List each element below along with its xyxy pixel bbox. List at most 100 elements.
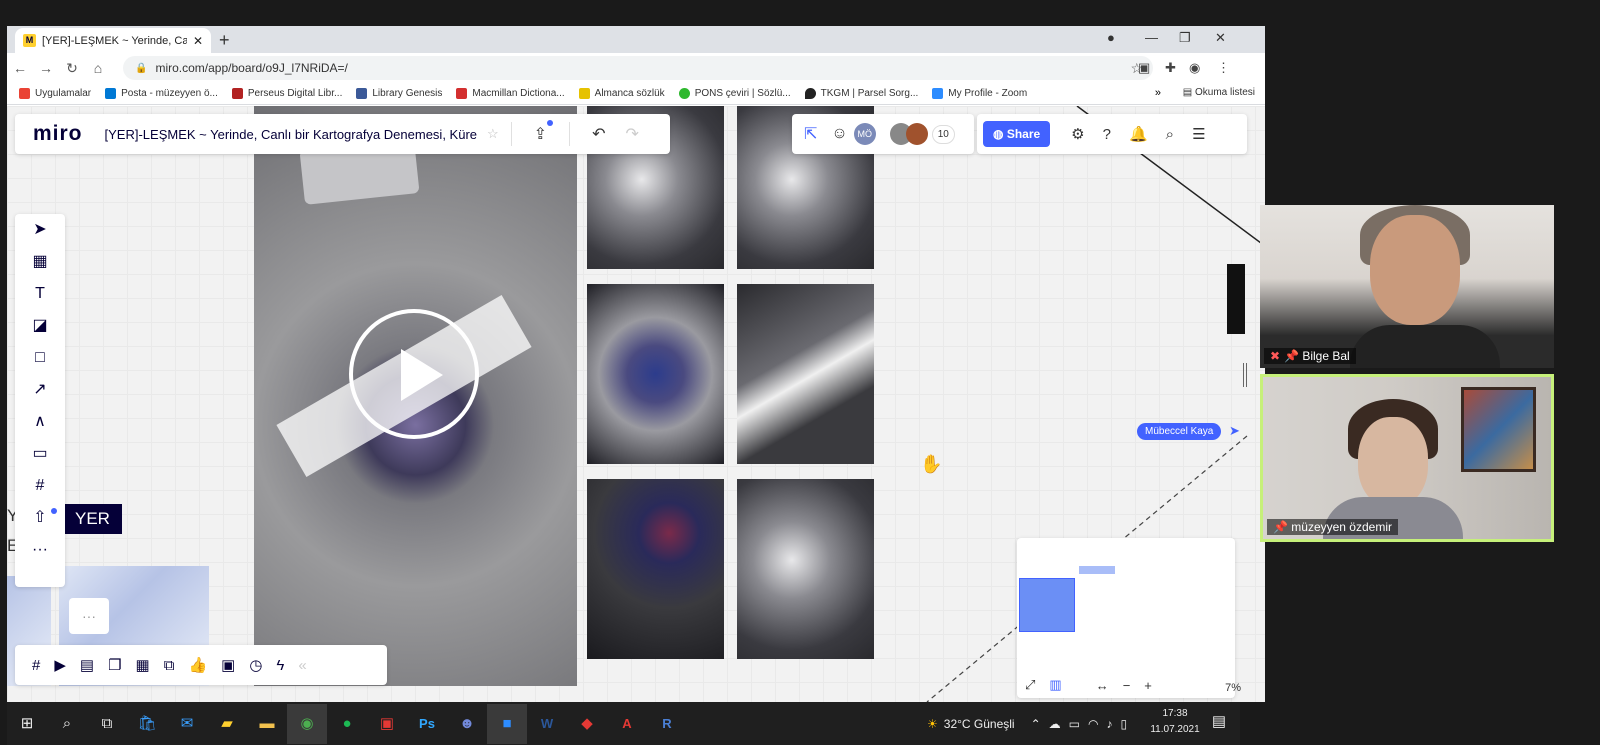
tab-miro-board[interactable]: M [YER]-LEŞMEK ~ Yerinde, Canlı bir ✕ (15, 28, 211, 53)
search-icon[interactable]: ⌕ (1166, 126, 1174, 143)
taskbar-clock[interactable]: 17:38 11.07.2021 (1145, 706, 1205, 738)
tray-chevron-icon[interactable]: ⌃ (1031, 717, 1041, 731)
spotify-icon[interactable]: ● (327, 704, 367, 744)
photo-tile[interactable] (737, 284, 874, 464)
templates-icon[interactable]: ▦ (15, 246, 65, 278)
timer-icon[interactable]: ◷ (249, 656, 262, 674)
screen-share-icon[interactable]: ❐ (108, 656, 121, 674)
chrome-menu-icon[interactable]: ⋮ (1217, 60, 1230, 76)
notifications-icon[interactable]: ▤ (1199, 702, 1239, 742)
panel-resize-handle[interactable] (1243, 363, 1247, 387)
map-icon[interactable]: ▥ (1049, 677, 1061, 693)
help-icon[interactable]: ? (1103, 126, 1111, 143)
miro-logo[interactable]: miro (33, 122, 83, 146)
photo-tile[interactable] (587, 479, 724, 659)
collapse-icon[interactable]: « (298, 657, 306, 674)
fit-screen-icon[interactable]: ⤢ (1025, 677, 1035, 693)
video-tile[interactable]: ✖ 📌 Bilge Bal (1260, 205, 1554, 368)
extension-icon[interactable]: ▣ (1138, 60, 1150, 76)
cards-icon[interactable]: ▦ (136, 656, 150, 674)
bookmark-item[interactable]: PONS çeviri | Sözlü... (678, 88, 791, 99)
mail-icon[interactable]: ✉ (167, 704, 207, 744)
profile-dropdown-icon[interactable]: ● (1107, 30, 1115, 45)
app-r-icon[interactable]: R (647, 704, 687, 744)
file-explorer-icon[interactable]: ▬ (247, 704, 287, 744)
add-reaction-icon[interactable]: ☺ (831, 125, 847, 143)
chrome-icon[interactable]: ◉ (287, 703, 327, 744)
frame-label[interactable]: YER (63, 504, 122, 534)
home-icon[interactable]: ⌂ (85, 60, 111, 76)
task-view-icon[interactable]: ⧉ (87, 704, 127, 744)
presentation-icon[interactable]: ▶ (54, 656, 66, 674)
notes-panel-icon[interactable]: ☰ (1192, 125, 1205, 143)
close-window-button[interactable]: ✕ (1215, 30, 1226, 46)
board-title[interactable]: [YER]-LEŞMEK ~ Yerinde, Canlı bir Kartog… (105, 127, 478, 142)
volume-icon[interactable]: ♪ (1107, 717, 1113, 731)
fit-width-icon[interactable]: ↔ (1096, 678, 1109, 693)
back-icon[interactable]: ← (7, 60, 33, 76)
forward-icon[interactable]: → (33, 60, 59, 76)
undo-icon[interactable]: ↶ (592, 124, 605, 144)
apps-lightning-icon[interactable]: ϟ (276, 657, 284, 674)
word-icon[interactable]: W (527, 704, 567, 744)
select-tool-icon[interactable]: ➤ (15, 214, 65, 246)
bookmarks-more-button[interactable]: » (1155, 87, 1161, 99)
extensions-puzzle-icon[interactable]: ✚ (1165, 60, 1176, 76)
restore-button[interactable]: ❐ (1179, 30, 1191, 46)
voting-icon[interactable]: 👍 (188, 656, 207, 674)
upload-icon[interactable]: ⇧ (15, 502, 65, 534)
video-chat-icon[interactable]: ▣ (221, 656, 235, 674)
minimap-viewport[interactable] (1019, 578, 1075, 632)
windows-start-icon[interactable]: ⊞ (7, 704, 47, 744)
settings-sliders-icon[interactable]: ⚙ (1071, 125, 1084, 143)
bookmark-item[interactable]: Almanca sözlük (578, 88, 665, 99)
weather-text[interactable]: 32°C Güneşli (944, 717, 1015, 731)
pen-tool-icon[interactable]: ∧ (15, 406, 65, 438)
frames-icon[interactable]: # (32, 657, 40, 674)
tab-close-icon[interactable]: ✕ (193, 34, 203, 48)
battery-icon[interactable]: ▭ (1069, 717, 1080, 731)
bookmark-item[interactable]: My Profile - Zoom (932, 88, 1027, 99)
avatar[interactable] (905, 123, 928, 145)
zoom-out-button[interactable]: − (1123, 678, 1131, 693)
miro-board-canvas[interactable]: ··· Y E YER Mübeccel Kaya ➤ ✋ miro [YER]… (7, 106, 1265, 702)
collaborator-count[interactable]: 10 (931, 124, 955, 144)
photo-tile[interactable] (587, 284, 724, 464)
bookmark-item[interactable]: Library Genesis (356, 88, 442, 99)
reload-icon[interactable]: ↻ (59, 60, 85, 77)
bookmark-item[interactable]: Macmillan Dictiona... (456, 88, 565, 99)
discord-icon[interactable]: ☻ (447, 704, 487, 744)
photoshop-icon[interactable]: Ps (407, 704, 447, 744)
bookmark-item[interactable]: Posta - müzeyyen ö... (105, 88, 218, 99)
language-icon[interactable]: ▯ (1121, 717, 1128, 731)
star-icon[interactable]: ☆ (487, 126, 499, 142)
acrobat-icon[interactable]: A (607, 704, 647, 744)
photo-tile[interactable] (737, 479, 874, 659)
offscreen-card[interactable] (1227, 264, 1245, 334)
new-tab-button[interactable]: + (219, 30, 230, 51)
sticky-notes-icon[interactable]: ▰ (207, 704, 247, 744)
bookmark-item[interactable]: Perseus Digital Libr... (231, 88, 342, 99)
comment-icon[interactable]: ▭ (15, 438, 65, 470)
play-icon[interactable] (349, 309, 479, 439)
export-icon[interactable]: ⇪ (534, 120, 554, 144)
bookmark-item[interactable]: Uygulamalar (19, 88, 91, 99)
frame-tool-icon[interactable]: # (15, 470, 65, 502)
zoom-level[interactable]: 7% (1225, 682, 1241, 694)
zoom-app-icon[interactable]: ■ (487, 703, 527, 744)
zoom-in-button[interactable]: + (1144, 678, 1152, 693)
app-icon[interactable]: ◆ (567, 704, 607, 744)
connection-line-icon[interactable]: ↗ (15, 374, 65, 406)
text-tool-icon[interactable]: T (15, 278, 65, 310)
search-icon[interactable]: ⌕ (47, 704, 87, 744)
video-thumbnail[interactable] (254, 106, 577, 686)
bookmark-item[interactable]: TKGM | Parsel Sorg... (804, 88, 918, 99)
more-options-icon[interactable]: ··· (69, 598, 109, 634)
minimize-button[interactable]: — (1145, 30, 1158, 45)
avatar[interactable]: MÖ (853, 123, 876, 145)
wifi-icon[interactable]: ◠ (1088, 717, 1098, 731)
sticky-note-icon[interactable]: ◪ (15, 310, 65, 342)
more-tools-icon[interactable]: ··· (15, 534, 65, 566)
bell-icon[interactable]: 🔔 (1129, 125, 1148, 143)
reading-list-button[interactable]: ▤ Okuma listesi (1183, 87, 1255, 98)
